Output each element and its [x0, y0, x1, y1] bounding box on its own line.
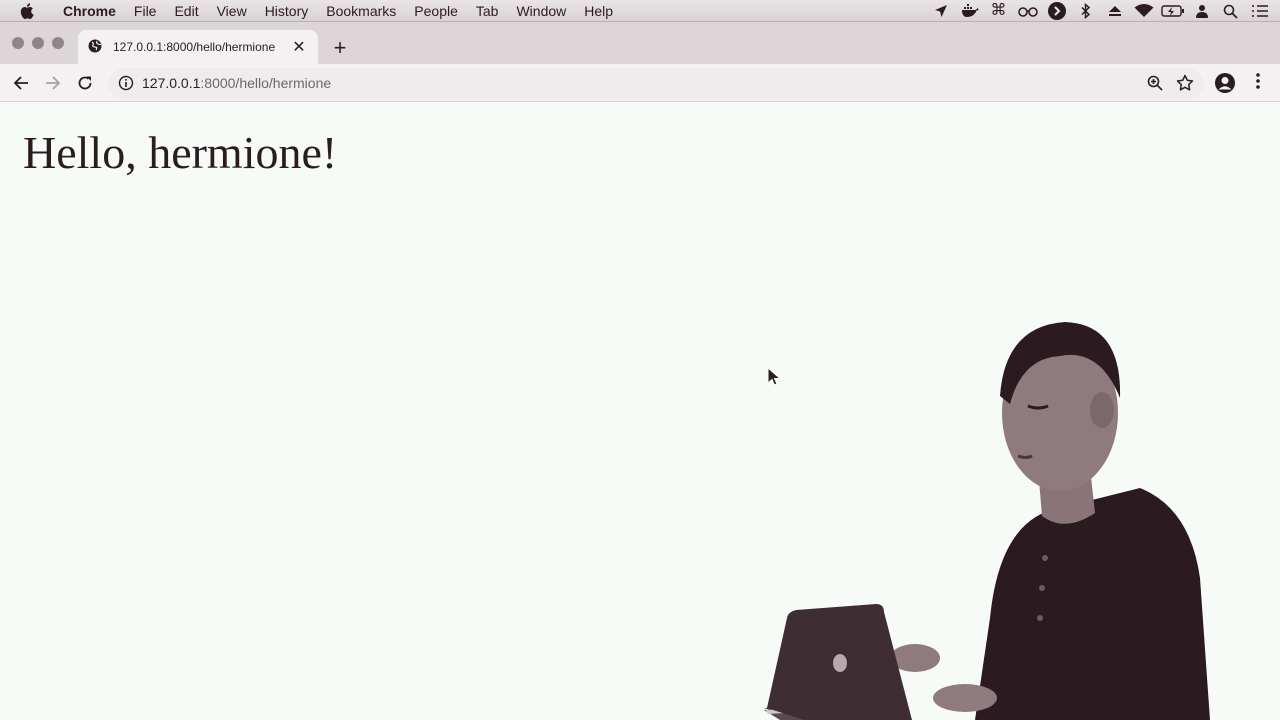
tab-title: 127.0.0.1:8000/hello/hermione [113, 40, 276, 54]
macos-menu-bar: Chrome File Edit View History Bookmarks … [0, 0, 1280, 22]
bluetooth-icon[interactable] [1071, 0, 1100, 22]
web-page-content: Hello, hermione! [0, 102, 1280, 720]
globe-icon [88, 39, 104, 55]
browser-toolbar: 127.0.0.1:8000/hello/hermione [0, 64, 1280, 102]
eject-icon[interactable] [1100, 0, 1129, 22]
browser-tab[interactable]: 127.0.0.1:8000/hello/hermione ✕ [78, 30, 318, 64]
menu-people[interactable]: People [405, 0, 467, 22]
back-button[interactable] [8, 71, 34, 95]
browser-tab-strip: 127.0.0.1:8000/hello/hermione ✕ + [0, 22, 1280, 64]
address-bar[interactable]: 127.0.0.1:8000/hello/hermione [108, 68, 1204, 98]
reload-icon [78, 76, 92, 90]
menu-history[interactable]: History [256, 0, 318, 22]
forward-button[interactable] [40, 71, 66, 95]
menu-file[interactable]: File [125, 0, 166, 22]
menu-bookmarks[interactable]: Bookmarks [317, 0, 405, 22]
menu-edit[interactable]: Edit [165, 0, 207, 22]
profile-avatar-icon[interactable] [1214, 72, 1236, 94]
wifi-icon[interactable] [1129, 0, 1158, 22]
menu-window[interactable]: Window [507, 0, 575, 22]
menu-bar-status-area: ⌘ [926, 0, 1274, 22]
spotlight-search-icon[interactable] [1216, 0, 1245, 22]
menu-app-chrome[interactable]: Chrome [54, 0, 125, 22]
apple-menu-icon[interactable] [0, 0, 54, 22]
new-tab-button[interactable]: + [328, 35, 352, 60]
docker-icon[interactable] [955, 0, 984, 22]
site-info-icon[interactable] [118, 75, 134, 91]
menu-help[interactable]: Help [575, 0, 622, 22]
chevron-circle-icon[interactable] [1042, 0, 1071, 22]
close-window-button[interactable] [12, 37, 24, 49]
arrow-left-icon [13, 76, 28, 90]
notification-list-icon[interactable] [1245, 0, 1274, 22]
url-host: 127.0.0.1 [142, 75, 201, 91]
page-heading: Hello, hermione! [23, 127, 338, 178]
zoom-icon[interactable] [1146, 74, 1164, 92]
bookmark-star-icon[interactable] [1175, 73, 1195, 93]
browser-menu-icon[interactable] [1249, 72, 1267, 94]
glasses-icon[interactable] [1013, 0, 1042, 22]
command-icon[interactable]: ⌘ [984, 0, 1013, 22]
battery-charging-icon[interactable] [1158, 0, 1187, 22]
minimize-window-button[interactable] [32, 37, 44, 49]
url-text[interactable]: 127.0.0.1:8000/hello/hermione [142, 68, 331, 98]
reload-button[interactable] [72, 71, 98, 95]
presenter-video-overlay [764, 322, 1210, 720]
user-icon[interactable] [1187, 0, 1216, 22]
tab-close-icon[interactable]: ✕ [290, 38, 308, 56]
location-arrow-icon[interactable] [926, 0, 955, 22]
zoom-window-button[interactable] [52, 37, 64, 49]
url-path: :8000/hello/hermione [200, 75, 332, 91]
arrow-right-icon [46, 76, 61, 90]
menu-view[interactable]: View [208, 0, 256, 22]
menu-tab[interactable]: Tab [467, 0, 508, 22]
window-controls [12, 37, 64, 49]
